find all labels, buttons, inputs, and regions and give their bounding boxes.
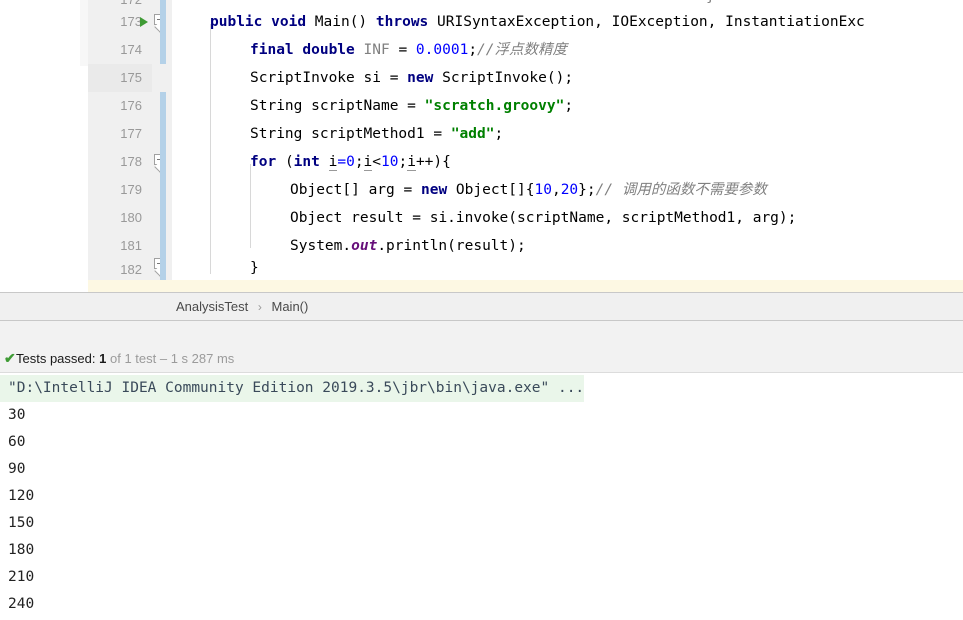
editor-left-margin (0, 0, 80, 292)
code-line-179: Object[] arg = new Object[]{10,20};// 调用… (290, 182, 767, 198)
line-number-177: 177 (120, 126, 142, 141)
breadcrumb-bar[interactable]: AnalysisTest › Main() (0, 292, 963, 321)
console-command-line: "D:\IntelliJ IDEA Community Edition 2019… (0, 375, 585, 402)
code-line-176: String scriptName = "scratch.groovy"; (250, 98, 574, 114)
breadcrumb-item-method[interactable]: Main() (272, 299, 309, 314)
code-line-173: public void Main() throws URISyntaxExcep… (210, 14, 865, 30)
run-method-arrow-icon[interactable] (140, 17, 148, 27)
breadcrumb-separator-icon: › (257, 300, 262, 314)
code-line-175: ScriptInvoke si = new ScriptInvoke(); (250, 70, 574, 86)
code-line-181: System.out.println(result); (290, 238, 526, 254)
breadcrumb-item-class[interactable]: AnalysisTest (176, 299, 248, 314)
line-number-178: 178 (120, 154, 142, 169)
code-line-177: String scriptMethod1 = "add"; (250, 126, 504, 142)
console-output-line: 120 (8, 488, 35, 504)
code-line-178: for (int i=0;i<10;i++){ (250, 154, 451, 171)
indent-guide (250, 164, 251, 248)
console-output-line: 90 (8, 461, 26, 477)
line-number-175: 175 (88, 64, 152, 92)
checkmark-icon: ✔ (4, 350, 16, 366)
console-output-line: 30 (8, 407, 26, 423)
vcs-change-marker-bar[interactable] (160, 0, 166, 292)
console-output-line: 180 (8, 542, 35, 558)
test-status-bar: ✔Tests passed: 1 of 1 test – 1 s 287 ms (0, 345, 963, 373)
indent-guide (210, 24, 211, 274)
code-line-180: Object result = si.invoke(scriptName, sc… (290, 210, 797, 226)
console-output-line: 240 (8, 596, 35, 612)
code-text-area[interactable]: } public void Main() throws URISyntaxExc… (172, 0, 963, 292)
console-output-line: 150 (8, 515, 35, 531)
tests-passed-label: Tests passed: (16, 351, 96, 366)
console-output-line: 60 (8, 434, 26, 450)
caret-line-highlight (88, 280, 963, 292)
line-number-174: 174 (120, 42, 142, 57)
change-marker-segment[interactable] (160, 0, 166, 64)
tests-total-label: of 1 test (109, 351, 157, 366)
change-marker-segment[interactable] (160, 92, 166, 292)
run-console-output[interactable]: "D:\IntelliJ IDEA Community Edition 2019… (0, 373, 963, 620)
line-number-173: 173 (88, 8, 152, 36)
line-number-179: 179 (120, 182, 142, 197)
line-number-180: 180 (120, 210, 142, 225)
line-number-gutter[interactable]: 172 173 174 175 176 177 178 179 180 181 … (88, 0, 152, 292)
run-panel-toolbar-area (0, 321, 963, 345)
console-output-line: 210 (8, 569, 35, 585)
code-line-182: } (250, 260, 259, 276)
test-duration-label: 1 s 287 ms (170, 351, 235, 366)
line-number-176: 176 (120, 98, 142, 113)
code-editor-pane[interactable]: 172 173 174 175 176 177 178 179 180 181 … (0, 0, 963, 292)
code-line-174: final double INF = 0.0001;//浮点数精度 (250, 42, 568, 58)
status-dash: – (159, 351, 168, 366)
tests-passed-count: 1 (99, 351, 107, 366)
